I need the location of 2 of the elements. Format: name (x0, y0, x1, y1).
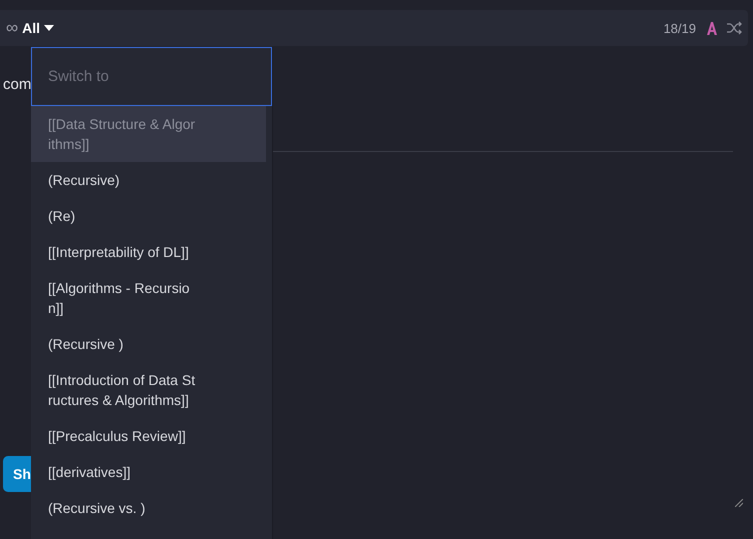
card-counter: 18/19 (663, 20, 696, 36)
body-text: com (3, 76, 32, 93)
